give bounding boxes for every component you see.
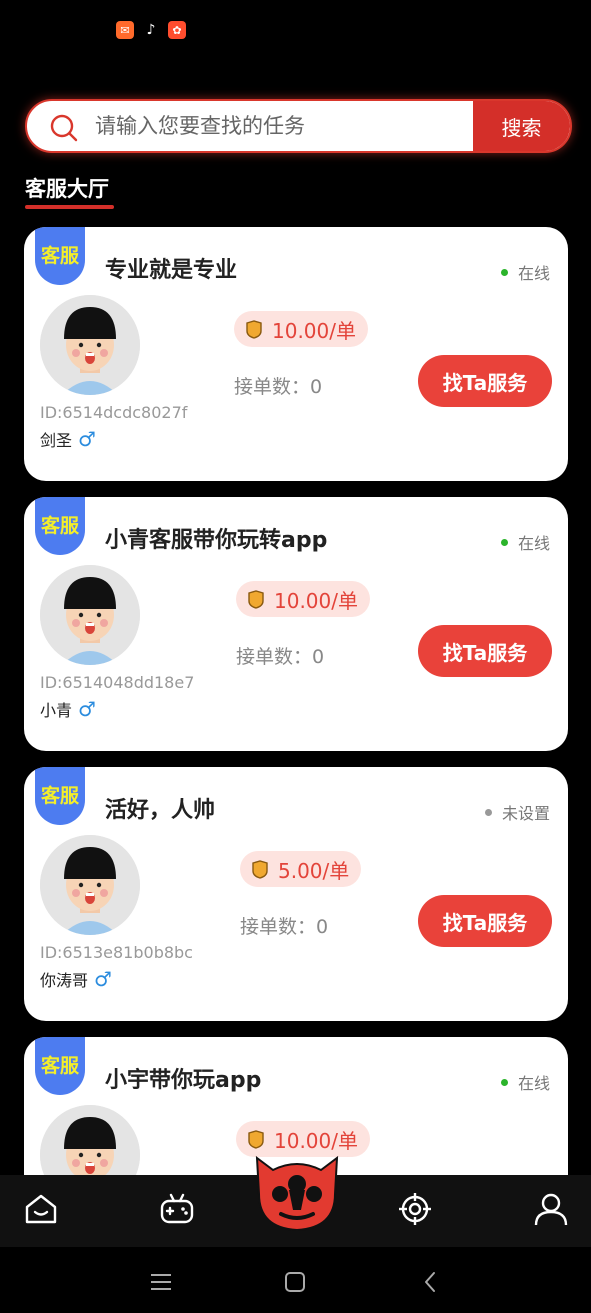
user-name: 剑圣 xyxy=(40,431,73,450)
avatar[interactable] xyxy=(40,565,140,665)
status-text: 在线 xyxy=(517,534,550,553)
order-count: 接单数：0 xyxy=(234,376,323,398)
price-text: 5.00/单 xyxy=(278,858,350,883)
coin-icon xyxy=(252,860,268,879)
search-input[interactable] xyxy=(95,101,495,151)
gamepad-icon[interactable] xyxy=(159,1191,195,1227)
notification-icons: ✉ ♪ ✿ xyxy=(116,21,186,39)
system-nav-bar xyxy=(0,1247,591,1313)
menu-icon[interactable] xyxy=(146,1267,176,1297)
target-icon[interactable] xyxy=(397,1191,433,1227)
avatar-illustration xyxy=(40,835,140,935)
avatar[interactable] xyxy=(40,295,140,395)
find-service-button[interactable]: 找Ta服务 xyxy=(418,625,552,677)
service-card: 客服 小青客服带你玩转app 在线 10.00/单 接单数：0 找Ta服务 ID… xyxy=(24,497,568,751)
app-logo[interactable] xyxy=(251,1150,343,1232)
user-name: 你涛哥 xyxy=(40,971,89,990)
price-tag: 10.00/单 xyxy=(234,311,368,347)
price-tag: 5.00/单 xyxy=(240,851,362,887)
status-indicator: 在线 xyxy=(500,1070,550,1094)
card-title: 小青客服带你玩转app xyxy=(105,528,328,553)
service-badge: 客服 xyxy=(35,767,85,825)
online-dot-icon xyxy=(500,268,508,276)
service-card: 客服 活好，人帅 未设置 5.00/单 接单数：0 找Ta服务 ID:6513e… xyxy=(24,767,568,1021)
status-indicator: 未设置 xyxy=(484,800,550,824)
service-card: 客服 专业就是专业 在线 10.00/单 接单数：0 找Ta服务 ID:6514… xyxy=(24,227,568,481)
tiktok-icon: ♪ xyxy=(142,21,160,39)
service-badge: 客服 xyxy=(35,497,85,555)
status-bar: ✉ ♪ ✿ xyxy=(0,0,591,60)
find-service-button[interactable]: 找Ta服务 xyxy=(418,355,552,407)
user-name-row: 你涛哥 ♂ xyxy=(40,967,112,991)
unset-dot-icon xyxy=(484,808,492,816)
price-text: 10.00/单 xyxy=(274,588,358,613)
user-id: ID:6513e81b0b8bc xyxy=(40,943,193,962)
app-notification-icon: ✿ xyxy=(168,21,186,39)
avatar[interactable] xyxy=(40,835,140,935)
find-service-button[interactable]: 找Ta服务 xyxy=(418,895,552,947)
search-icon xyxy=(50,114,78,142)
status-text: 在线 xyxy=(517,264,550,283)
price-tag: 10.00/单 xyxy=(236,581,370,617)
status-indicator: 在线 xyxy=(500,530,550,554)
male-icon: ♂ xyxy=(78,427,96,451)
home-icon[interactable] xyxy=(23,1191,59,1227)
card-title: 专业就是专业 xyxy=(105,258,238,283)
user-name-row: 小青 ♂ xyxy=(40,697,96,721)
order-count: 接单数：0 xyxy=(236,646,325,668)
user-id: ID:6514dcdc8027f xyxy=(40,403,188,422)
avatar-illustration xyxy=(40,565,140,665)
section-underline xyxy=(25,205,114,209)
service-badge: 客服 xyxy=(35,1037,85,1095)
back-icon[interactable] xyxy=(415,1267,445,1297)
home-button-icon[interactable] xyxy=(280,1267,310,1297)
user-name-row: 剑圣 ♂ xyxy=(40,427,96,451)
user-name: 小青 xyxy=(40,701,73,720)
avatar-illustration xyxy=(40,295,140,395)
service-badge: 客服 xyxy=(35,227,85,285)
male-icon: ♂ xyxy=(78,697,96,721)
user-icon[interactable] xyxy=(533,1191,569,1227)
coin-icon xyxy=(248,1130,264,1149)
card-title: 小宇带你玩app xyxy=(105,1068,262,1093)
coin-icon xyxy=(246,320,262,339)
online-dot-icon xyxy=(500,1078,508,1086)
order-count: 接单数：0 xyxy=(240,916,329,938)
card-title: 活好，人帅 xyxy=(105,798,216,823)
shopping-app-icon: ✉ xyxy=(116,21,134,39)
male-icon: ♂ xyxy=(94,967,112,991)
search-bar: 搜索 xyxy=(25,99,572,153)
user-id: ID:6514048dd18e7 xyxy=(40,673,195,692)
section-title: 客服大厅 xyxy=(25,177,109,201)
status-text: 在线 xyxy=(517,1074,550,1093)
coin-icon xyxy=(248,590,264,609)
online-dot-icon xyxy=(500,538,508,546)
status-text: 未设置 xyxy=(501,804,550,823)
price-text: 10.00/单 xyxy=(272,318,356,343)
status-indicator: 在线 xyxy=(500,260,550,284)
search-button[interactable]: 搜索 xyxy=(473,101,570,151)
